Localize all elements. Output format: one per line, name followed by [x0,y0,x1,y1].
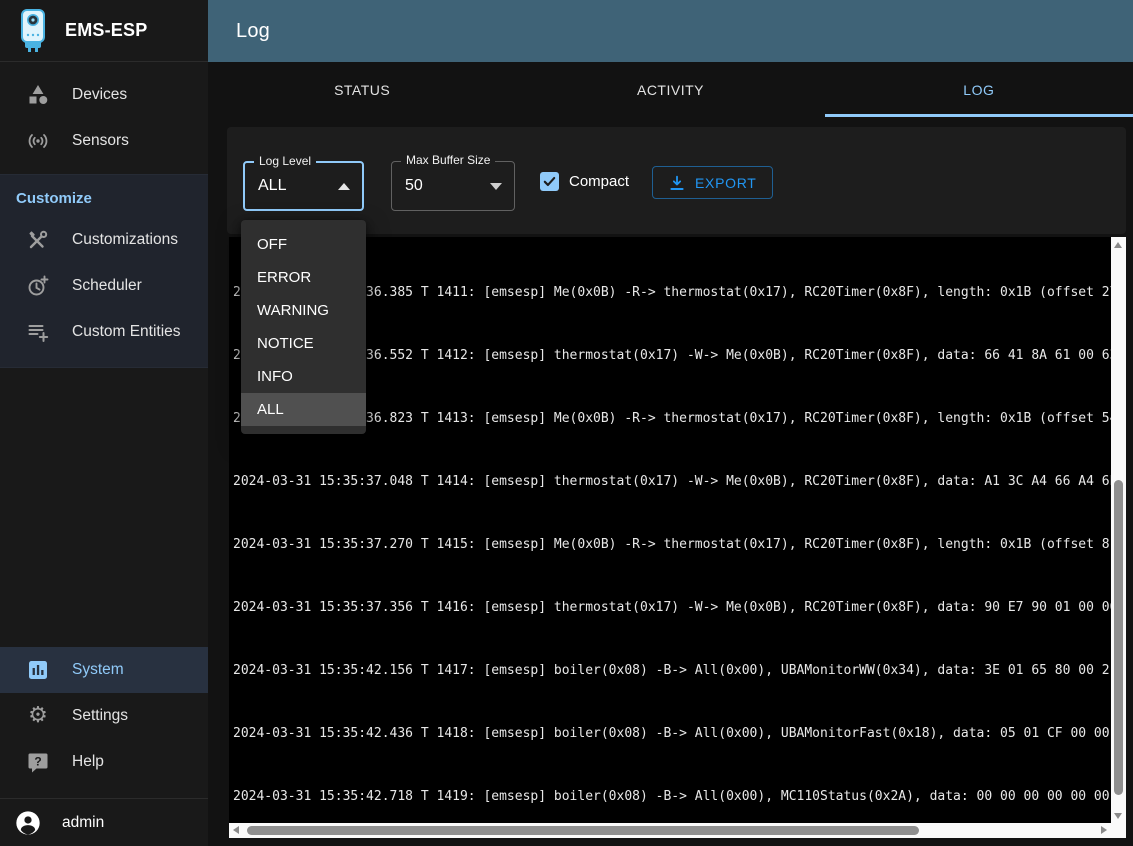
sidebar-item-label: Sensors [72,132,129,150]
menu-item-warning[interactable]: WARNING [241,294,366,327]
scroll-up-arrow-icon[interactable] [1114,242,1122,248]
category-icon [26,83,50,107]
scroll-down-arrow-icon[interactable] [1114,813,1122,819]
sidebar-item-label: System [72,661,124,679]
log-line: 2024-03-31 15:35:42.156 T 1417: [emsesp]… [233,660,1111,681]
help-bubble-icon: ? [26,750,50,774]
log-level-value: ALL [258,163,286,209]
main-panel: Log STATUS ACTIVITY LOG Log Level ALL Ma… [208,0,1133,846]
menu-item-info[interactable]: INFO [241,360,366,393]
download-icon [668,174,686,192]
sidebar-bottom: System ⚙ Settings ? Help [0,647,208,846]
tools-icon [26,228,50,252]
clock-plus-icon [26,274,50,298]
emsesp-boiler-logo-icon [15,8,51,54]
sidebar-item-label: Scheduler [72,277,142,295]
max-buffer-size-select[interactable]: Max Buffer Size 50 [391,161,515,211]
checkmark-icon [542,174,557,189]
sidebar-item-custom-entities[interactable]: Custom Entities [0,309,208,355]
log-line: 2024-03-31 15:35:37.270 T 1415: [emsesp]… [233,534,1111,555]
gear-icon: ⚙ [26,704,50,728]
log-line: 2024-03-31 15:35:37.356 T 1416: [emsesp]… [233,597,1111,618]
app-root: EMS-ESP Devices Sens [0,0,1133,846]
menu-item-all[interactable]: ALL [241,393,366,426]
log-level-select[interactable]: Log Level ALL [243,161,364,211]
sidebar-item-label: Customizations [72,231,178,249]
page-title: Log [236,20,270,43]
scroll-right-arrow-icon[interactable] [1101,826,1107,834]
horizontal-scrollbar-thumb[interactable] [247,826,919,835]
menu-item-notice[interactable]: NOTICE [241,327,366,360]
vertical-scrollbar-thumb[interactable] [1114,480,1123,795]
sidebar-item-label: Settings [72,707,128,725]
sidebar-item-settings[interactable]: ⚙ Settings [0,693,208,739]
assessment-icon [26,658,50,682]
export-button-label: EXPORT [695,175,757,191]
log-line: 2024-03-31 15:35:37.048 T 1414: [emsesp]… [233,471,1111,492]
sidebar-item-devices[interactable]: Devices [0,72,208,118]
brand-name: EMS-ESP [65,20,147,41]
sidebar-item-system[interactable]: System [0,647,208,693]
scrollbar-corner [1111,823,1126,838]
sidebar-item-label: Devices [72,86,127,104]
brand: EMS-ESP [0,0,208,62]
user-menu-admin[interactable]: admin [0,799,208,846]
compact-checkbox-label[interactable]: Compact [569,172,629,192]
sidebar-section-customize: Customize Customizations [0,174,208,368]
sidebar-nav: Devices Sensors [0,72,208,164]
sensors-icon [26,129,50,153]
log-line: 2024-03-31 15:35:42.436 T 1418: [emsesp]… [233,723,1111,744]
tab-log[interactable]: LOG [825,62,1133,117]
compact-checkbox[interactable] [540,172,559,191]
account-circle-icon [14,809,42,837]
customize-section-label: Customize [0,175,208,217]
sidebar: EMS-ESP Devices Sens [0,0,208,846]
sidebar-item-scheduler[interactable]: Scheduler [0,263,208,309]
user-label: admin [62,814,104,832]
menu-item-off[interactable]: OFF [241,228,366,261]
appbar: Log [208,0,1133,62]
tab-status[interactable]: STATUS [208,62,516,117]
log-level-dropdown-menu: OFF ERROR WARNING NOTICE INFO ALL [241,220,366,434]
tab-activity[interactable]: ACTIVITY [516,62,824,117]
horizontal-scrollbar[interactable] [229,823,1111,838]
sidebar-item-label: Help [72,753,104,771]
svg-text:?: ? [34,755,41,769]
chevron-up-icon [338,183,350,190]
export-button[interactable]: EXPORT [652,166,773,199]
vertical-scrollbar[interactable] [1111,237,1126,823]
playlist-add-icon [26,320,50,344]
sidebar-item-customizations[interactable]: Customizations [0,217,208,263]
tab-bar: STATUS ACTIVITY LOG [208,62,1133,117]
menu-item-error[interactable]: ERROR [241,261,366,294]
max-buffer-size-value: 50 [405,162,423,210]
scroll-left-arrow-icon[interactable] [233,826,239,834]
sidebar-item-sensors[interactable]: Sensors [0,118,208,164]
chevron-down-icon [490,183,502,190]
sidebar-item-help[interactable]: ? Help [0,739,208,785]
sidebar-item-label: Custom Entities [72,323,181,341]
log-line: 2024-03-31 15:35:42.718 T 1419: [emsesp]… [233,786,1111,807]
